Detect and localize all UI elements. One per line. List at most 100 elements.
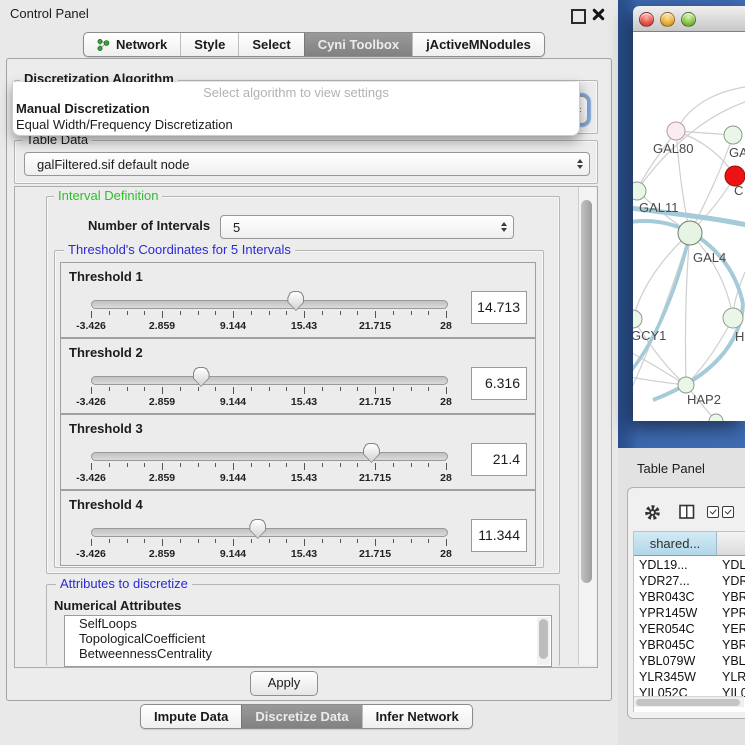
table-row[interactable]: YBR045CYBR0 bbox=[634, 637, 745, 653]
network-node-gal80[interactable] bbox=[667, 122, 685, 140]
checkbox-icon[interactable] bbox=[722, 506, 734, 518]
slider-tick bbox=[428, 463, 429, 467]
node-label: GAL4 bbox=[693, 250, 726, 265]
table-data-combobox-value: galFiltered.sif default node bbox=[37, 157, 571, 172]
slider-tick bbox=[233, 387, 234, 394]
numerical-attributes-list[interactable]: SelfLoopsTopologicalCoefficientBetweenne… bbox=[64, 615, 552, 667]
threshold-panel-2: Threshold 2-3.4262.8599.14415.4321.71528… bbox=[60, 338, 536, 414]
cell-shared-name: YBR043C bbox=[634, 589, 717, 605]
table-row[interactable]: YBR043CYBR0 bbox=[634, 589, 745, 605]
popup-item-equal-width-frequency[interactable]: Equal Width/Frequency Discretization bbox=[16, 117, 573, 133]
cell-shared-name: YBR045C bbox=[634, 637, 717, 653]
node-label: HAP2 bbox=[687, 392, 721, 407]
slider-tick-label: 21.715 bbox=[359, 396, 391, 408]
slider-tick-label: 21.715 bbox=[359, 548, 391, 560]
node-label: C bbox=[734, 183, 743, 198]
network-node-ga[interactable] bbox=[724, 126, 742, 144]
slider-track[interactable] bbox=[91, 528, 448, 537]
slider-thumb[interactable] bbox=[287, 291, 304, 311]
network-canvas[interactable]: GAL80GACGAL11GAL4GCY1HHAP2 bbox=[633, 32, 745, 421]
tab-style[interactable]: Style bbox=[180, 33, 238, 56]
slider-tick bbox=[393, 387, 394, 391]
tab-impute-data[interactable]: Impute Data bbox=[141, 705, 241, 728]
slider-tick-label: 28 bbox=[440, 472, 452, 484]
table-hscrollbar-track[interactable] bbox=[634, 696, 744, 707]
attributes-scrollbar-thumb[interactable] bbox=[539, 619, 548, 659]
attributes-scrollbar-track[interactable] bbox=[537, 617, 550, 665]
gear-icon[interactable] bbox=[644, 504, 661, 521]
minimize-traffic-light-icon[interactable] bbox=[660, 12, 675, 27]
slider-tick-label: 15.43 bbox=[291, 320, 317, 332]
stepper-icon bbox=[501, 222, 507, 232]
table-row[interactable]: YER054CYER0 bbox=[634, 621, 745, 637]
slider-tick bbox=[180, 311, 181, 315]
apply-button[interactable]: Apply bbox=[250, 671, 318, 696]
slider-track[interactable] bbox=[91, 452, 448, 461]
table-row[interactable]: YPR145WYPR1 bbox=[634, 605, 745, 621]
tab-network[interactable]: Network bbox=[84, 33, 180, 56]
table-row[interactable]: YBL079WYBL0 bbox=[634, 653, 745, 669]
slider-tick-label: 28 bbox=[440, 396, 452, 408]
network-node-gal4[interactable] bbox=[678, 221, 702, 245]
cell-shared-name: YLR345W bbox=[634, 669, 717, 685]
attribute-list-item[interactable]: BetweennessCentrality bbox=[65, 646, 551, 661]
close-traffic-light-icon[interactable] bbox=[639, 12, 654, 27]
columns-icon[interactable] bbox=[679, 504, 695, 520]
slider-tick bbox=[340, 463, 341, 467]
network-node-gal11[interactable] bbox=[633, 182, 646, 200]
slider-tick bbox=[446, 539, 447, 546]
slider-tick bbox=[215, 539, 216, 543]
slider-tick-label: 2.859 bbox=[149, 320, 175, 332]
numerical-attributes-label: Numerical Attributes bbox=[54, 598, 181, 613]
network-node-h[interactable] bbox=[723, 308, 743, 328]
close-icon[interactable] bbox=[591, 7, 606, 22]
tab-cyni-toolbox[interactable]: Cyni Toolbox bbox=[304, 33, 412, 56]
slider-track[interactable] bbox=[91, 300, 448, 309]
popup-item-manual-discretization[interactable]: Manual Discretization bbox=[16, 101, 573, 117]
slider-thumb[interactable] bbox=[193, 367, 210, 387]
slider-tick bbox=[91, 463, 92, 470]
threshold-panel-4: Threshold 4-3.4262.8599.14415.4321.71528… bbox=[60, 490, 536, 566]
column-header-name[interactable]: n bbox=[717, 532, 745, 556]
network-window-titlebar[interactable] bbox=[633, 6, 745, 32]
zoom-traffic-light-icon[interactable] bbox=[681, 12, 696, 27]
tab-label: Discretize Data bbox=[255, 709, 348, 724]
slider-tick bbox=[198, 463, 199, 467]
float-window-icon[interactable] bbox=[571, 9, 586, 24]
tab-select[interactable]: Select bbox=[238, 33, 303, 56]
network-node-hap2[interactable] bbox=[678, 377, 694, 393]
slider-track[interactable] bbox=[91, 376, 448, 385]
attribute-list-item[interactable]: SelfLoops bbox=[65, 616, 551, 631]
tab-discretize-data[interactable]: Discretize Data bbox=[241, 705, 361, 728]
tab-jactivemnodules[interactable]: jActiveMNodules bbox=[412, 33, 544, 56]
checkbox-icon[interactable] bbox=[707, 506, 719, 518]
slider-tick bbox=[357, 387, 358, 391]
slider-tick bbox=[375, 463, 376, 470]
threshold-value-field[interactable]: 21.4 bbox=[471, 443, 527, 476]
slider-thumb[interactable] bbox=[249, 519, 266, 539]
table-row[interactable]: YDR27...YDR2 bbox=[634, 573, 745, 589]
network-node-gcy1[interactable] bbox=[633, 310, 642, 328]
threshold-panel-3: Threshold 3-3.4262.8599.14415.4321.71528… bbox=[60, 414, 536, 490]
table-row[interactable]: YLR345WYLR3 bbox=[634, 669, 745, 685]
bottom-tab-bar: Impute Data Discretize Data Infer Network bbox=[140, 704, 473, 729]
threshold-value-field[interactable]: 6.316 bbox=[471, 367, 527, 400]
threshold-value-field[interactable]: 14.713 bbox=[471, 291, 527, 324]
slider-tick bbox=[286, 539, 287, 543]
tab-infer-network[interactable]: Infer Network bbox=[362, 705, 472, 728]
slider-tick-label: 21.715 bbox=[359, 472, 391, 484]
attribute-list-item[interactable]: TopologicalCoefficient bbox=[65, 631, 551, 646]
tab-label: Impute Data bbox=[154, 709, 228, 724]
num-intervals-combobox[interactable]: 5 bbox=[220, 215, 514, 239]
column-header-shared-name[interactable]: shared... bbox=[634, 532, 717, 556]
slider-tick-label: 28 bbox=[440, 548, 452, 560]
vertical-scrollbar-thumb[interactable] bbox=[581, 200, 592, 583]
threshold-value-field[interactable]: 11.344 bbox=[471, 519, 527, 552]
slider-tick bbox=[162, 539, 163, 546]
table-row[interactable]: YDL19...YDL1 bbox=[634, 557, 745, 573]
table-hscrollbar-thumb[interactable] bbox=[636, 699, 740, 706]
slider-thumb[interactable] bbox=[363, 443, 380, 463]
cell-name: YLR3 bbox=[717, 669, 745, 685]
slider-tick bbox=[357, 539, 358, 543]
table-data-combobox[interactable]: galFiltered.sif default node bbox=[24, 152, 590, 176]
